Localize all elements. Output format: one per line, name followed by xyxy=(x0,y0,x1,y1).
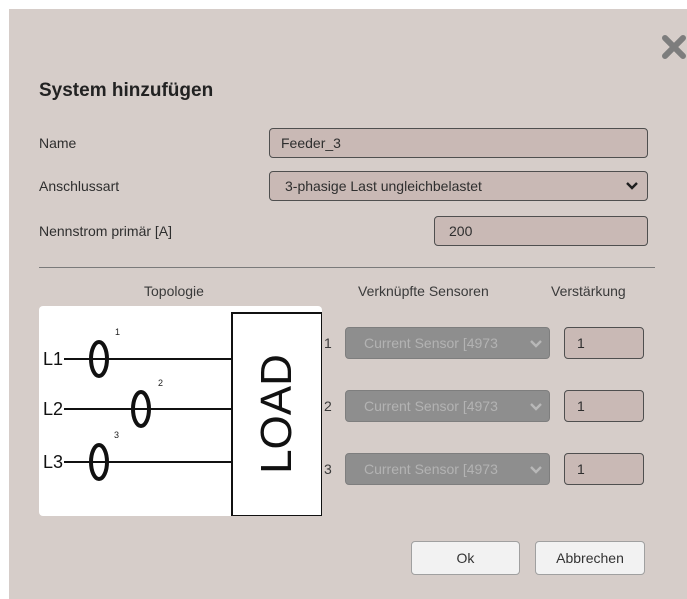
topology-header: Topologie xyxy=(144,283,204,299)
name-label: Name xyxy=(39,135,77,151)
sensor-mark-3: 3 xyxy=(114,430,120,440)
sensor-select-value: Current Sensor [4973 xyxy=(364,398,498,414)
gain-header: Verstärkung xyxy=(551,283,626,299)
dialog-title: System hinzufügen xyxy=(39,80,214,101)
sensor-mark-2: 2 xyxy=(158,378,164,388)
phase-l3-label: L3 xyxy=(43,452,65,473)
connection-type-select[interactable]: 3-phasige Last ungleichbelastet xyxy=(269,171,648,201)
cancel-button[interactable]: Abbrechen xyxy=(535,541,645,575)
chevron-down-icon xyxy=(626,182,638,190)
name-input-value: Feeder_3 xyxy=(281,135,341,151)
ok-button[interactable]: Ok xyxy=(411,541,520,575)
sensor-select-1[interactable]: Current Sensor [4973 xyxy=(345,327,550,359)
sensor-select-value: Current Sensor [4973 xyxy=(364,461,498,477)
sensor-row-number: 1 xyxy=(324,335,332,351)
gain-input-1[interactable]: 1 xyxy=(564,327,644,359)
connection-type-label: Anschlussart xyxy=(39,178,120,194)
sensor-select-2[interactable]: Current Sensor [4973 xyxy=(345,390,550,422)
load-label: LOAD xyxy=(252,354,301,474)
linked-sensors-header: Verknüpfte Sensoren xyxy=(358,283,489,299)
divider xyxy=(39,267,655,268)
phase-l1-label: L1 xyxy=(43,349,65,370)
gain-value: 1 xyxy=(577,335,585,351)
phase-l2-label: L2 xyxy=(43,399,65,420)
sensor-row-number: 2 xyxy=(324,398,332,414)
topology-diagram: L1 L2 L3 1 2 3 LOAD xyxy=(39,306,322,516)
rated-current-value: 200 xyxy=(449,223,473,239)
chevron-down-icon xyxy=(530,403,542,411)
sensor-select-value: Current Sensor [4973 xyxy=(364,335,498,351)
sensor-mark-1: 1 xyxy=(115,327,121,337)
sensor-select-3[interactable]: Current Sensor [4973 xyxy=(345,453,550,485)
rated-current-label: Nennstrom primär [A] xyxy=(39,223,173,239)
gain-value: 1 xyxy=(577,461,585,477)
connection-type-value: 3-phasige Last ungleichbelastet xyxy=(285,178,482,194)
name-input[interactable]: Feeder_3 xyxy=(269,128,648,158)
gain-input-3[interactable]: 1 xyxy=(564,453,644,485)
chevron-down-icon xyxy=(530,466,542,474)
chevron-down-icon xyxy=(530,340,542,348)
close-icon[interactable] xyxy=(660,33,687,61)
add-system-dialog: System hinzufügen Name Feeder_3 Anschlus… xyxy=(9,9,687,599)
gain-input-2[interactable]: 1 xyxy=(564,390,644,422)
rated-current-input[interactable]: 200 xyxy=(434,216,648,246)
sensor-row-number: 3 xyxy=(324,461,332,477)
gain-value: 1 xyxy=(577,398,585,414)
